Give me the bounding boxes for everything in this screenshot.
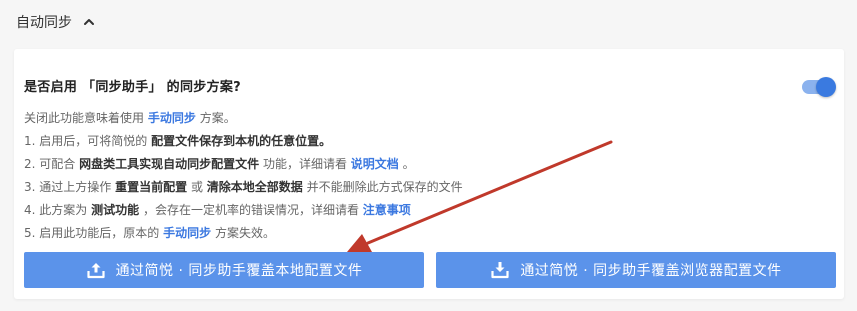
overwrite-local-config-button[interactable]: 通过简悦 · 同步助手覆盖本地配置文件 bbox=[24, 252, 424, 288]
manual-sync-link-2[interactable]: 手动同步 bbox=[163, 226, 211, 240]
overwrite-browser-config-button[interactable]: 通过简悦 · 同步助手覆盖浏览器配置文件 bbox=[436, 252, 836, 288]
toggle-knob bbox=[816, 77, 836, 97]
section-title: 自动同步 bbox=[16, 15, 72, 31]
list-item-5: 5. 启用此功能后，原本的 手动同步 方案失效。 bbox=[24, 226, 275, 240]
docs-link[interactable]: 说明文档 bbox=[351, 157, 399, 171]
intro-line: 关闭此功能意味着使用 手动同步 方案。 bbox=[24, 111, 236, 125]
sync-question: 是否启用 「同步助手」 的同步方案? bbox=[24, 80, 241, 95]
upload-tray-icon bbox=[86, 263, 105, 279]
section-header-auto-sync[interactable]: 自动同步 bbox=[16, 8, 96, 36]
list-item-1: 1. 启用后，可将简悦的 配置文件保存到本机的任意位置。 bbox=[24, 134, 332, 148]
sync-assistant-card: 是否启用 「同步助手」 的同步方案? 关闭此功能意味着使用 手动同步 方案。 1… bbox=[14, 49, 844, 299]
overwrite-browser-label: 通过简悦 · 同步助手覆盖浏览器配置文件 bbox=[520, 263, 782, 279]
list-item-2: 2. 可配合 网盘类工具实现自动同步配置文件 功能，详细请看 说明文档 。 bbox=[24, 157, 415, 171]
manual-sync-link[interactable]: 手动同步 bbox=[148, 111, 196, 125]
sync-assistant-toggle[interactable] bbox=[800, 76, 836, 98]
overwrite-local-label: 通过简悦 · 同步助手覆盖本地配置文件 bbox=[115, 263, 363, 279]
list-item-3: 3. 通过上方操作 重置当前配置 或 清除本地全部数据 并不能删除此方式保存的文… bbox=[24, 180, 463, 194]
download-tray-icon bbox=[491, 262, 509, 279]
list-item-4: 4. 此方案为 测试功能 ，会存在一定机率的错误情况，详细请看 注意事项 bbox=[24, 203, 411, 217]
notes-link[interactable]: 注意事项 bbox=[363, 203, 411, 217]
chevron-up-icon[interactable] bbox=[82, 15, 96, 29]
